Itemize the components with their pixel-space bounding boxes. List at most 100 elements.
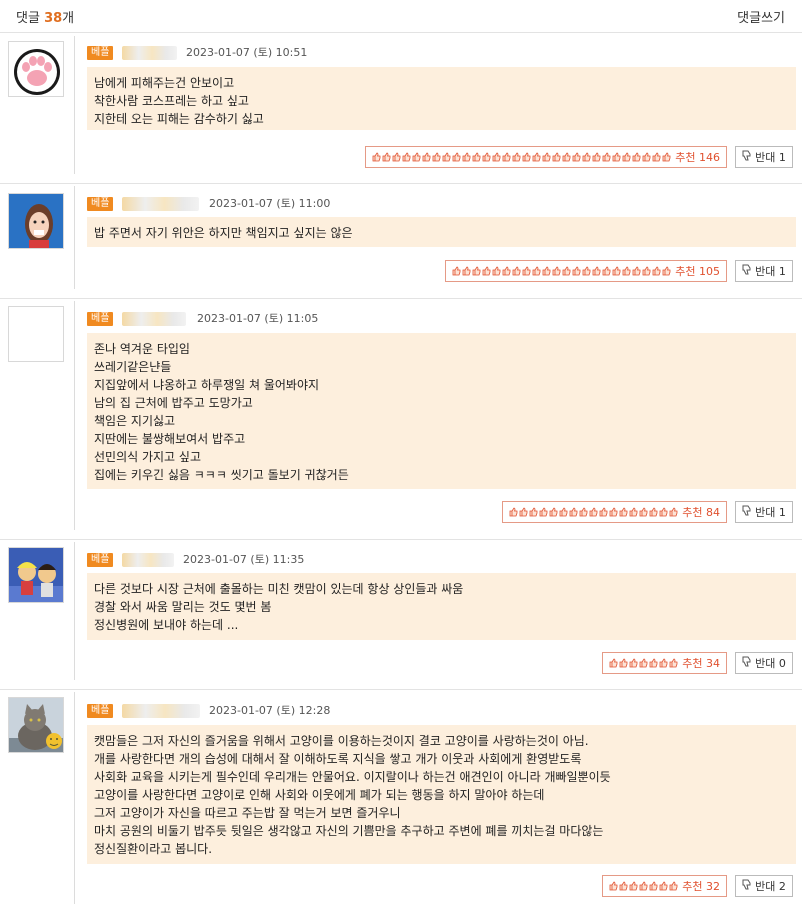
- comment-item: 베플 2023-01-07 (토) 12:28 캣맘들은 그저 자신의 즐거움을…: [0, 690, 802, 904]
- comment-item: 베플 2023-01-07 (토) 10:51 남에게 피해주는건 안보이고 착…: [0, 34, 802, 184]
- comment-line: 집에는 키우긴 싫음 ㅋㅋㅋ 씻기고 돌보기 귀찮거든: [94, 468, 349, 482]
- thumbs-up-icon: [509, 507, 518, 517]
- author-name-blurred[interactable]: [122, 312, 186, 326]
- thumbs-up-icon: [502, 266, 511, 276]
- thumbs-up-icon: [619, 658, 628, 668]
- author-name-blurred[interactable]: [122, 46, 177, 60]
- recommend-button[interactable]: 추천 84: [502, 501, 727, 523]
- thumbs-up-icon: [452, 152, 461, 162]
- oppose-button[interactable]: 반대 2: [735, 875, 793, 897]
- recommend-label: 추천 34: [682, 657, 720, 670]
- thumbs-down-icon: [742, 264, 752, 278]
- girl-avatar[interactable]: [8, 193, 64, 249]
- comment-item: 베플 2023-01-07 (토) 11:35 다른 것보다 시장 근처에 출몰…: [0, 540, 802, 690]
- thumbs-up-icon: [472, 152, 481, 162]
- comment-body: 캣맘들은 그저 자신의 즐거움을 위해서 고양이를 이용하는것이지 결코 고양이…: [87, 725, 796, 864]
- thumbs-up-icon: [629, 881, 638, 891]
- thumbs-up-icon: [642, 266, 651, 276]
- thumbs-up-icon: [572, 266, 581, 276]
- recommend-button[interactable]: 추천 32: [602, 875, 727, 897]
- thumbs-up-icon: [642, 152, 651, 162]
- thumbs-up-icon: [639, 658, 648, 668]
- thumbs-up-icon: [622, 152, 631, 162]
- comment-line: 착한사람 코스프레는 하고 싶고: [94, 94, 249, 108]
- thumbs-up-icon: [442, 152, 451, 162]
- best-badge: 베플: [87, 46, 114, 60]
- oppose-button[interactable]: 반대 1: [735, 146, 793, 168]
- comment-line: 책임은 지기싫고: [94, 414, 176, 428]
- comment-line: 선민의식 가지고 싶고: [94, 450, 201, 464]
- comment-meta: 베플 2023-01-07 (토) 12:28: [87, 704, 487, 718]
- thumbs-up-icons: [452, 266, 672, 276]
- vote-bar: 추천 105 반대 1: [413, 260, 793, 282]
- comment-line: 밥 주면서 자기 위안은 하지만 책임지고 싶지는 않은: [94, 226, 353, 240]
- best-badge: 베플: [87, 312, 114, 326]
- comment-meta: 베플 2023-01-07 (토) 11:05: [87, 312, 487, 326]
- thumbs-up-icon: [462, 266, 471, 276]
- thumbs-up-icon: [639, 507, 648, 517]
- comment-date: 2023-01-07 (토) 11:35: [183, 553, 305, 566]
- thumbs-up-icons: [609, 881, 679, 891]
- divider-line: [74, 186, 75, 289]
- thumbs-up-icon: [432, 152, 441, 162]
- thumbs-up-icon: [542, 152, 551, 162]
- oppose-button[interactable]: 반대 1: [735, 260, 793, 282]
- thumbs-up-icon: [422, 152, 431, 162]
- recommend-button[interactable]: 추천 146: [365, 146, 727, 168]
- write-comment-button[interactable]: 댓글쓰기: [737, 7, 785, 26]
- comment-item: 베플 2023-01-07 (토) 11:05 존나 역겨운 타입임 쓰레기같은…: [0, 299, 802, 540]
- thumbs-up-icon: [592, 152, 601, 162]
- recommend-button[interactable]: 추천 34: [602, 652, 727, 674]
- thumbs-up-icon: [372, 152, 381, 162]
- oppose-label: 반대 1: [755, 151, 786, 164]
- thumbs-up-icon: [662, 266, 671, 276]
- oppose-button[interactable]: 반대 1: [735, 501, 793, 523]
- vote-bar: 추천 84 반대 1: [473, 501, 793, 523]
- best-badge: 베플: [87, 197, 114, 211]
- recommend-label: 추천 84: [682, 506, 720, 519]
- comment-line: 쓰레기같은냔들: [94, 360, 172, 374]
- author-name-blurred[interactable]: [122, 704, 200, 718]
- thumbs-up-icon: [609, 658, 618, 668]
- paw-avatar[interactable]: [8, 41, 64, 97]
- thumbs-up-icon: [462, 152, 471, 162]
- vote-bar: 추천 32 반대 2: [573, 875, 793, 897]
- thumbs-up-icon: [472, 266, 481, 276]
- oppose-label: 반대 2: [755, 880, 786, 893]
- comments-title-prefix: 댓글: [16, 11, 45, 26]
- thumbs-up-icon: [649, 881, 658, 891]
- divider-line: [74, 692, 75, 904]
- author-name-blurred[interactable]: [122, 197, 199, 211]
- thumbs-up-icon: [482, 152, 491, 162]
- thumbs-up-icon: [652, 266, 661, 276]
- comment-body: 존나 역겨운 타입임 쓰레기같은냔들 지집앞에서 냐옹하고 하루쟁일 쳐 울어봐…: [87, 333, 796, 489]
- thumbs-up-icon: [562, 152, 571, 162]
- divider-line: [74, 542, 75, 680]
- cat-avatar[interactable]: [8, 697, 64, 753]
- empty-avatar[interactable]: [8, 306, 64, 362]
- comment-line: 존나 역겨운 타입임: [94, 342, 190, 356]
- thumbs-up-icon: [662, 152, 671, 162]
- comment-line: 경찰 와서 싸움 말리는 것도 몇번 봄: [94, 600, 272, 614]
- thumbs-up-icon: [512, 152, 521, 162]
- comment-date: 2023-01-07 (토) 12:28: [209, 704, 331, 717]
- comment-date: 2023-01-07 (토) 11:00: [209, 197, 331, 210]
- thumbs-up-icon: [492, 152, 501, 162]
- comment-item: 베플 2023-01-07 (토) 11:00 밥 주면서 자기 위안은 하지만…: [0, 184, 802, 299]
- comment-line: 정신병원에 보내야 하는데 ...: [94, 618, 239, 632]
- thumbs-up-icon: [582, 152, 591, 162]
- recommend-button[interactable]: 추천 105: [445, 260, 727, 282]
- cartoon-avatar[interactable]: [8, 547, 64, 603]
- thumbs-down-icon: [742, 656, 752, 670]
- comment-body: 남에게 피해주는건 안보이고 착한사람 코스프레는 하고 싶고 지한테 오는 피…: [87, 67, 796, 130]
- thumbs-up-icon: [569, 507, 578, 517]
- comments-title-suffix: 개: [62, 11, 75, 26]
- comment-body: 밥 주면서 자기 위안은 하지만 책임지고 싶지는 않은: [87, 217, 796, 247]
- thumbs-up-icon: [589, 507, 598, 517]
- oppose-button[interactable]: 반대 0: [735, 652, 793, 674]
- vote-bar: 추천 146 반대 1: [323, 146, 793, 168]
- oppose-label: 반대 1: [755, 506, 786, 519]
- comment-date: 2023-01-07 (토) 10:51: [186, 46, 308, 59]
- divider-line: [74, 36, 75, 174]
- author-name-blurred[interactable]: [122, 553, 174, 567]
